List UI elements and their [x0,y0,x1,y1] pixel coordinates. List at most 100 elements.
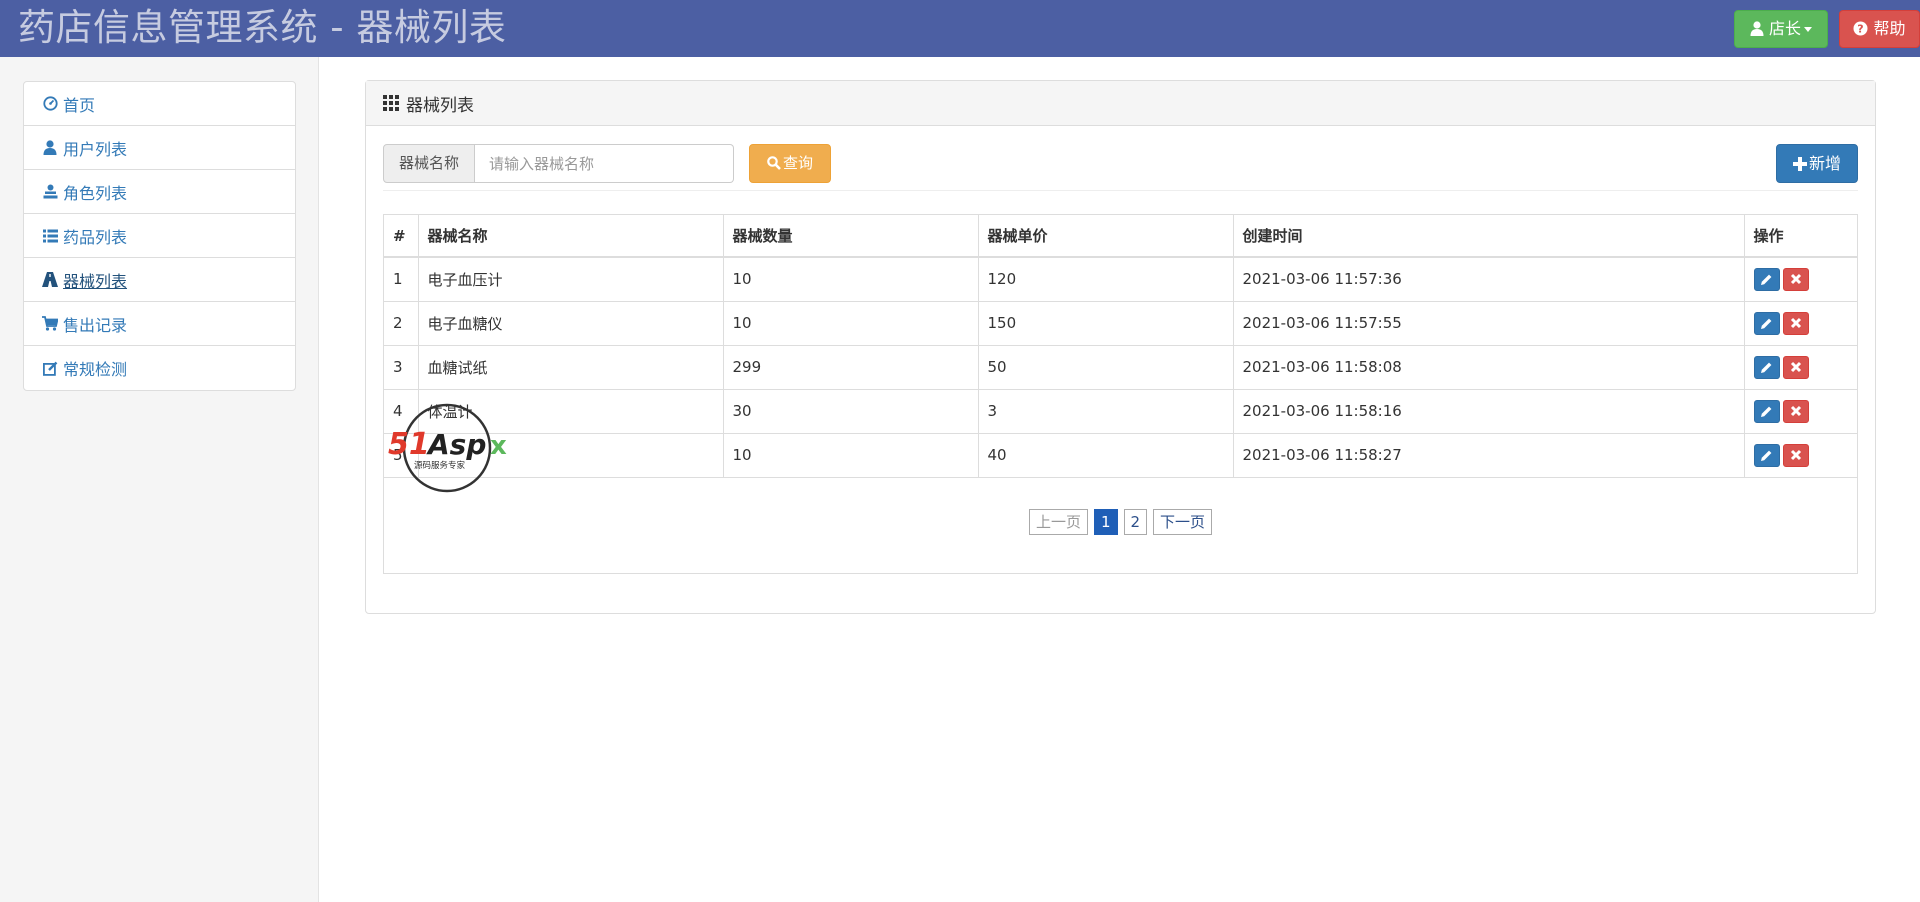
sidebar-item-sales[interactable]: 售出记录 [24,302,295,346]
delete-button[interactable] [1782,399,1809,423]
user-icon [41,140,59,156]
close-icon [1790,449,1801,461]
cell-created: 2021-03-06 11:57:55 [1233,301,1745,346]
delete-button[interactable] [1782,355,1809,379]
cell-quantity: 10 [723,301,979,346]
help-label: 帮助 [1873,19,1906,38]
cell-name: 电子血糖仪 [418,301,724,346]
cell-index: 3 [384,345,419,390]
search-icon [767,156,781,170]
top-navbar: 药店信息管理系统 - 器械列表 店长 ? 帮助 [0,0,1920,57]
column-header-quantity: 器械数量 [723,215,979,258]
cell-created: 2021-03-06 11:58:27 [1233,433,1745,478]
delete-button[interactable] [1782,311,1809,335]
device-table-container: # 器械名称 器械数量 器械单价 创建时间 操作 1 电子血压计 10 120 2021… [383,214,1858,574]
help-button[interactable]: ? 帮助 [1839,10,1920,48]
cell-actions [1744,301,1857,346]
add-button-label: 新增 [1808,154,1841,173]
svg-text:x: x [490,431,507,461]
edit-button[interactable] [1753,443,1780,467]
panel-heading: 器械列表 [366,81,1875,126]
sidebar-item-label: 售出记录 [63,315,128,335]
sidebar-item-home[interactable]: 首页 [24,82,295,126]
cell-price: 50 [978,345,1234,390]
app-title: 药店信息管理系统 - 器械列表 [18,6,507,49]
table-row: 2 电子血糖仪 10 150 2021-03-06 11:57:55 [384,301,1857,346]
close-icon [1790,274,1801,285]
sidebar-item-label: 常规检测 [63,360,128,379]
add-button[interactable]: 新增 [1776,144,1858,183]
table-row: 1 电子血压计 10 120 2021-03-06 11:57:36 [384,257,1857,302]
cell-index: 2 [384,301,419,346]
pencil-icon [1761,450,1772,461]
cell-actions [1744,257,1857,302]
pencil-icon [1761,274,1772,285]
column-header-index: # [384,215,419,258]
sidebar-item-roles[interactable]: 角色列表 [24,170,295,214]
table-row: 3 血糖试纸 299 50 2021-03-06 11:58:08 [384,345,1857,390]
search-group: 器械名称 [383,144,734,183]
divider [383,190,1858,191]
pencil-icon [1761,362,1772,373]
svg-text:?: ? [1858,23,1864,36]
sidebar-item-label: 用户列表 [63,139,128,159]
watermark-logo: 51 Asp x 源码服务专家 [386,402,516,494]
page-2-button[interactable]: 2 [1123,509,1148,535]
road-icon [41,272,59,288]
search-button-label: 查询 [782,154,813,172]
panel-title: 器械列表 [406,95,474,116]
cell-actions [1744,389,1857,434]
search-input[interactable] [475,144,734,183]
edit-icon [41,360,59,376]
cell-name: 血糖试纸 [418,345,724,390]
device-table: # 器械名称 器械数量 器械单价 创建时间 操作 1 电子血压计 10 120 2021… [384,215,1857,478]
user-icon [1750,21,1764,36]
user-menu-button[interactable]: 店长 [1734,10,1828,48]
page-1-button[interactable]: 1 [1093,509,1118,535]
cell-quantity: 10 [723,433,979,478]
column-header-name: 器械名称 [418,215,724,258]
grid-icon [383,95,399,111]
pencil-icon [1761,318,1772,329]
edit-button[interactable] [1753,267,1780,291]
close-icon [1790,317,1801,329]
close-icon [1790,361,1801,373]
question-circle-icon: ? [1853,21,1868,36]
edit-button[interactable] [1753,355,1780,379]
cell-price: 40 [978,433,1234,478]
delete-button[interactable] [1782,443,1809,467]
cell-created: 2021-03-06 11:58:16 [1233,389,1745,434]
list-icon [41,228,59,244]
cell-actions [1744,345,1857,390]
svg-text:51: 51 [388,427,430,462]
sidebar-item-checkup[interactable]: 常规检测 [24,346,295,390]
prev-page-button[interactable]: 上一页 [1028,509,1088,535]
sidebar-item-users[interactable]: 用户列表 [24,126,295,170]
sidebar-item-label: 角色列表 [63,183,128,203]
cart-icon [41,316,59,332]
close-icon [1790,405,1801,417]
table-row: 4 体温计 30 3 2021-03-06 11:58:16 [384,389,1857,434]
table-row: 5 10 40 2021-03-06 11:58:27 [384,433,1857,478]
cell-created: 2021-03-06 11:58:08 [1233,345,1745,390]
next-page-button[interactable]: 下一页 [1153,509,1213,535]
plus-icon [1792,157,1807,171]
svg-text:Asp: Asp [426,428,486,461]
device-list-panel: 器械列表 器械名称 查询 新增 # 器械名称 器械数量 器械单价 创建时间 操作… [365,80,1876,614]
svg-text:源码服务专家: 源码服务专家 [414,460,466,471]
table-header-row: # 器械名称 器械数量 器械单价 创建时间 操作 [384,215,1857,258]
sidebar-item-devices[interactable]: 器械列表 [24,258,295,302]
cell-quantity: 30 [723,389,979,434]
sidebar-item-label: 药品列表 [63,227,128,247]
role-icon [41,184,59,200]
dashboard-icon [41,96,59,112]
column-header-actions: 操作 [1744,215,1857,258]
pagination: 上一页 1 2 下一页 [384,509,1857,535]
user-menu-label: 店长 [1769,19,1802,38]
sidebar-item-drugs[interactable]: 药品列表 [24,214,295,258]
delete-button[interactable] [1782,267,1809,291]
edit-button[interactable] [1753,311,1780,335]
cell-price: 120 [978,257,1234,302]
edit-button[interactable] [1753,399,1780,423]
search-button[interactable]: 查询 [749,144,831,183]
